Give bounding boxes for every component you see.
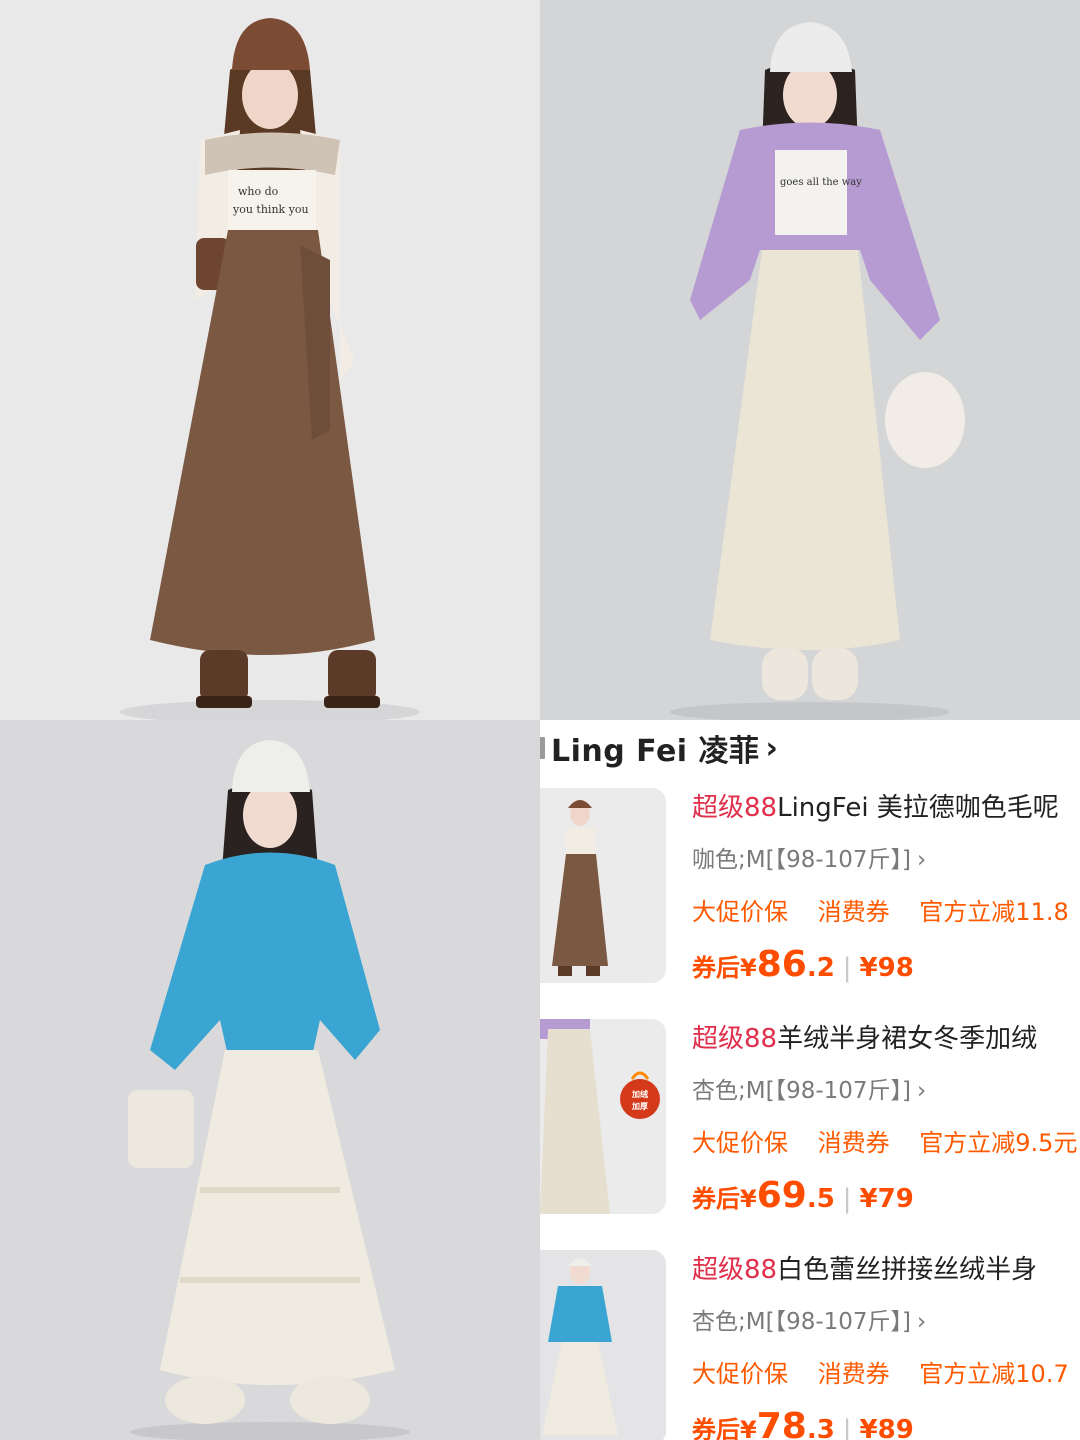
order-item[interactable]: 加绒 加厚 超级88羊绒半身裙女冬季加绒 杏色;M[【98-107斤】] › 大促… bbox=[540, 1019, 1080, 1229]
price-divider: | bbox=[842, 1184, 852, 1214]
promo-price-protect: 大促价保 bbox=[692, 1129, 788, 1157]
product-thumbnail[interactable]: 加绒 加厚 bbox=[540, 1019, 666, 1214]
product-thumbnail[interactable] bbox=[540, 1250, 666, 1440]
product-title[interactable]: 羊绒半身裙女冬季加绒 bbox=[777, 1024, 1037, 1054]
price-decimal: .2 bbox=[806, 953, 835, 983]
product-photo-cream-skirt[interactable]: goes all the way bbox=[540, 0, 1080, 720]
promo-price-protect: 大促价保 bbox=[692, 1360, 788, 1388]
chevron-right-icon: › bbox=[917, 1078, 927, 1104]
price-integer: 69 bbox=[756, 1175, 807, 1216]
spec-text: 杏色;M[【98-107斤】] bbox=[692, 1078, 912, 1104]
price-label: 券后¥ bbox=[692, 954, 757, 982]
promo-coupon: 消费券 bbox=[817, 1360, 890, 1388]
price-divider: | bbox=[842, 953, 852, 983]
price-label: 券后¥ bbox=[692, 1416, 757, 1440]
price-row: 券后¥78.3 | ¥89 bbox=[692, 1404, 1080, 1440]
original-price: ¥89 bbox=[859, 1415, 914, 1440]
original-price: ¥79 bbox=[859, 1184, 914, 1214]
product-spec[interactable]: 杏色;M[【98-107斤】] › bbox=[692, 1073, 1080, 1109]
price-integer: 86 bbox=[756, 944, 807, 985]
promo-discount: 官方立减11.8 bbox=[919, 898, 1069, 926]
price-decimal: .5 bbox=[806, 1184, 835, 1214]
original-price: ¥98 bbox=[859, 953, 914, 983]
promo-price-protect: 大促价保 bbox=[692, 898, 788, 926]
chevron-right-icon: › bbox=[917, 847, 927, 873]
product-thumbnail[interactable] bbox=[540, 788, 666, 983]
shop-order-panel: Ling Fei 凌菲 › 超级88LingFei 美拉德咖色毛呢 咖色;M[【… bbox=[540, 720, 1080, 1440]
product-title[interactable]: 白色蕾丝拼接丝绒半身 bbox=[777, 1255, 1037, 1285]
price-row: 券后¥69.5 | ¥79 bbox=[692, 1173, 1080, 1219]
product-photo-brown-skirt[interactable]: who do you think you bbox=[0, 0, 540, 720]
chevron-right-icon: › bbox=[917, 1309, 927, 1335]
promo-tag: 超级88 bbox=[692, 1024, 778, 1054]
spec-text: 杏色;M[【98-107斤】] bbox=[692, 1309, 912, 1335]
price-label: 券后¥ bbox=[692, 1185, 757, 1213]
promo-coupon: 消费券 bbox=[817, 898, 890, 926]
badge-text-1: 加绒 bbox=[631, 1089, 648, 1099]
price-decimal: .3 bbox=[806, 1415, 835, 1440]
product-title[interactable]: LingFei 美拉德咖色毛呢 bbox=[777, 793, 1059, 823]
order-item[interactable]: 超级88白色蕾丝拼接丝绒半身 杏色;M[【98-107斤】] › 大促价保 消费券… bbox=[540, 1250, 1080, 1440]
promo-discount: 官方立减10.7 bbox=[919, 1360, 1069, 1388]
product-spec[interactable]: 杏色;M[【98-107斤】] › bbox=[692, 1304, 1080, 1340]
promo-tag: 超级88 bbox=[692, 1255, 778, 1285]
spec-text: 咖色;M[【98-107斤】] bbox=[692, 847, 912, 873]
product-spec[interactable]: 咖色;M[【98-107斤】] › bbox=[692, 842, 1080, 878]
price-divider: | bbox=[842, 1415, 852, 1440]
promo-coupon: 消费券 bbox=[817, 1129, 890, 1157]
shop-header-marker bbox=[540, 737, 545, 759]
product-photo-lace-skirt[interactable] bbox=[0, 720, 540, 1440]
promo-row: 大促价保 消费券 官方立减11.8 bbox=[692, 894, 1080, 930]
badge-text-2: 加厚 bbox=[631, 1101, 648, 1111]
svg-text:you think you: you think you bbox=[232, 203, 309, 216]
shop-header[interactable]: Ling Fei 凌菲 › bbox=[540, 726, 778, 770]
svg-text:who do: who do bbox=[238, 185, 279, 198]
promo-row: 大促价保 消费券 官方立减10.7 bbox=[692, 1356, 1080, 1392]
price-integer: 78 bbox=[756, 1406, 807, 1440]
chevron-right-icon[interactable]: › bbox=[766, 731, 778, 766]
svg-text:goes all the way: goes all the way bbox=[780, 177, 862, 188]
promo-row: 大促价保 消费券 官方立减9.5元 bbox=[692, 1125, 1080, 1161]
order-item[interactable]: 超级88LingFei 美拉德咖色毛呢 咖色;M[【98-107斤】] › 大促价… bbox=[540, 788, 1080, 998]
shop-name[interactable]: Ling Fei 凌菲 bbox=[551, 726, 760, 770]
promo-discount: 官方立减9.5元 bbox=[919, 1129, 1078, 1157]
promo-tag: 超级88 bbox=[692, 793, 778, 823]
price-row: 券后¥86.2 | ¥98 bbox=[692, 942, 1080, 988]
